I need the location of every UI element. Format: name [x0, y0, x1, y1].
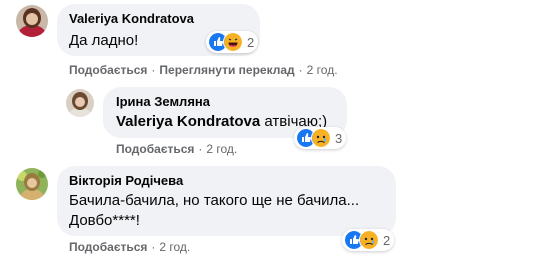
timestamp[interactable]: 2 год.	[159, 240, 190, 254]
comment-text: Бачила-бачила, но такого ще не бачила...	[69, 192, 360, 209]
like-button[interactable]: Подобається	[69, 63, 147, 77]
timestamp[interactable]: 2 год.	[307, 63, 338, 77]
like-button[interactable]: Подобається	[69, 240, 147, 254]
sad-icon	[311, 128, 331, 148]
avatar[interactable]	[16, 168, 48, 200]
comment-author[interactable]: Valeriya Kondratova	[69, 11, 194, 26]
comment-text: Valeriya Kondratova атвічаю;)	[116, 113, 327, 130]
reaction-summary[interactable]: 3	[294, 127, 347, 149]
comment-actions: Подобається · Переглянути переклад · 2 год.	[69, 63, 338, 77]
avatar[interactable]	[66, 89, 94, 117]
avatar[interactable]	[16, 5, 48, 37]
comment-text: Да ладно!	[69, 32, 139, 49]
reaction-count: 3	[335, 130, 343, 146]
reaction-summary[interactable]: 2	[342, 229, 395, 251]
comment-actions: Подобається · 2 год.	[69, 240, 191, 254]
reaction-count: 2	[383, 232, 391, 248]
reaction-summary[interactable]: 2	[206, 31, 259, 53]
comment-author[interactable]: Вікторія Родічева	[69, 173, 183, 188]
haha-icon	[223, 32, 243, 52]
comment-author[interactable]: Ірина Земляна	[116, 94, 210, 109]
comment-text: Довбо****!	[69, 212, 140, 229]
mention-link[interactable]: Valeriya Kondratova	[116, 113, 260, 130]
see-translation-button[interactable]: Переглянути переклад	[159, 63, 294, 77]
like-button[interactable]: Подобається	[116, 142, 194, 156]
reaction-count: 2	[247, 34, 255, 50]
sad-icon	[359, 230, 379, 250]
comment-actions: Подобається · 2 год.	[116, 142, 238, 156]
timestamp[interactable]: 2 год.	[206, 142, 237, 156]
